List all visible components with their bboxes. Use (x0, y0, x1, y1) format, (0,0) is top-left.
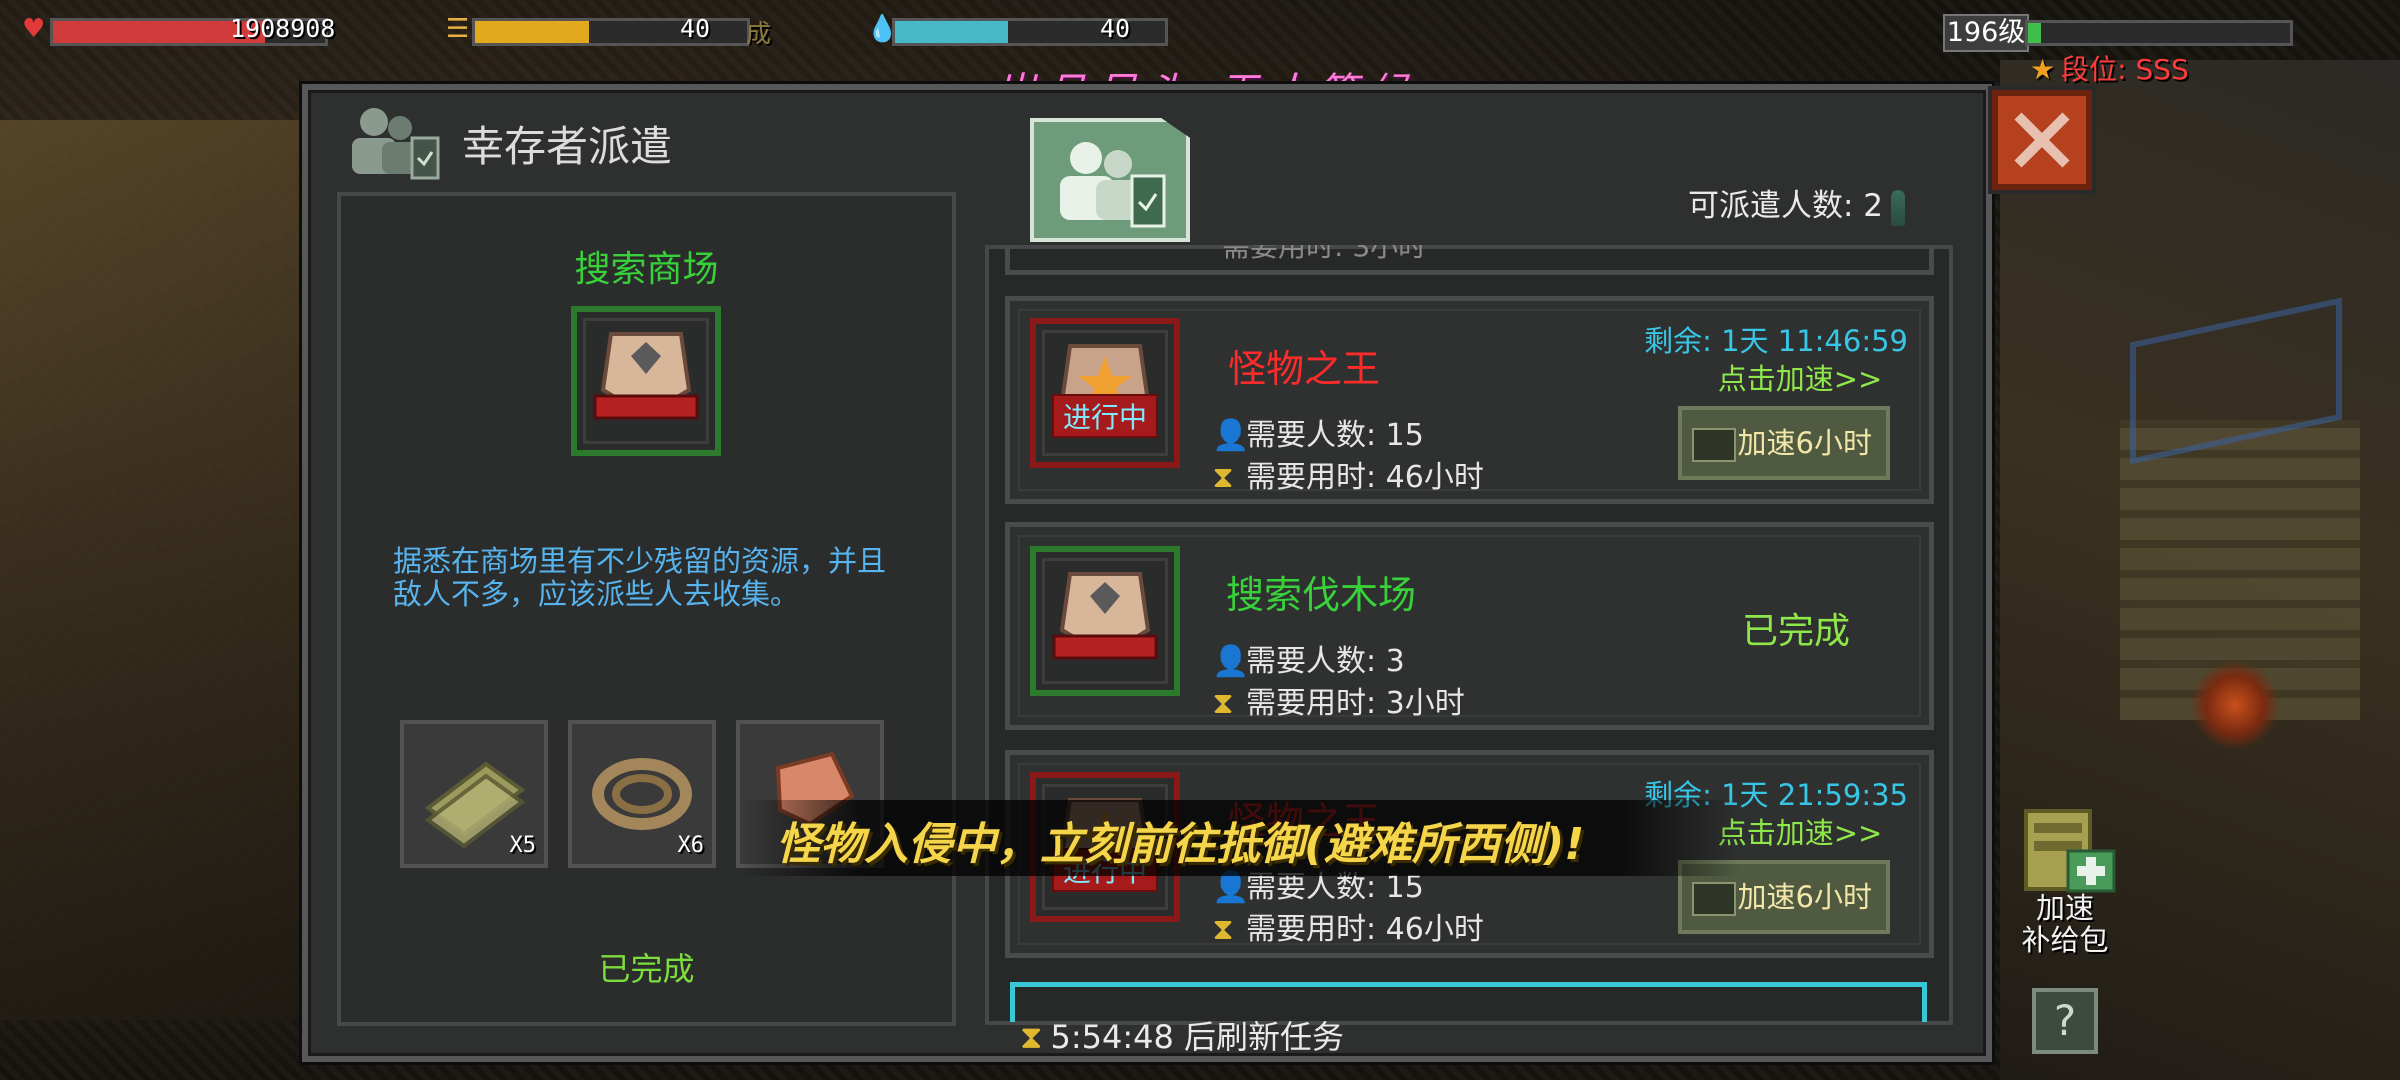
detail-description: 据悉在商场里有不少残留的资源，并且敌人不多，应该派些人去收集。 (393, 544, 887, 611)
speedup-link[interactable]: 点击加速>> (1700, 356, 1900, 398)
mission-people: 👤需要人数: 3 (1212, 644, 1405, 679)
mission-emblem (1030, 546, 1180, 696)
mission-time: ⧗ 需要用时: 46小时 (1212, 912, 1484, 947)
food-bar-fill (475, 21, 590, 43)
detail-emblem (571, 306, 721, 456)
mission-name: 怪物之王 (1228, 347, 1381, 391)
speed-icon (1692, 428, 1736, 462)
survivors-icon (352, 108, 440, 180)
hourglass-icon: ⧗ (1020, 1018, 1043, 1056)
supply-pack-label[interactable]: 加速 补给包 (2010, 892, 2120, 956)
level-badge[interactable]: 196级 (1943, 14, 2029, 52)
hourglass-icon: ⧗ (1212, 686, 1234, 721)
speed-icon (1692, 882, 1736, 916)
mission-emblem: 进行中 (1030, 318, 1180, 468)
detail-status: 已完成 (598, 950, 695, 988)
mission-time: ⧗ 需要用时: 46小时 (1212, 460, 1484, 495)
person-icon (1891, 189, 1906, 226)
rank-text: 段位: SSS (2061, 53, 2189, 86)
reward-slot-2[interactable]: X6 (568, 720, 716, 868)
star-icon: ★ (2030, 53, 2056, 86)
water-value: 40 (1100, 14, 1131, 43)
dispatch-count-text: 可派遣人数: 2 (1688, 188, 1884, 224)
tab-dispatch[interactable] (1030, 118, 1190, 242)
supply-pack-icon[interactable] (2012, 805, 2122, 897)
in-progress-tag: 进行中 (1052, 394, 1158, 438)
dispatch-count: 可派遣人数: 2 (1688, 180, 1906, 226)
scene-left-room (0, 120, 300, 1020)
food-value: 40 (680, 14, 711, 43)
exp-bar (2025, 20, 2293, 46)
scene-fire (2190, 660, 2280, 750)
refresh-timer: ⧗ 5:54:48 后刷新任务 (1020, 1018, 1345, 1056)
close-button[interactable] (1992, 90, 2092, 190)
survivors-tab-icon (1060, 142, 1166, 228)
panel-title: 幸存者派遣 (462, 122, 673, 171)
mission-people: 👤需要人数: 15 (1212, 418, 1424, 453)
hourglass-icon: ⧗ (1212, 460, 1234, 495)
monster-invasion-alert[interactable]: 怪物入侵中，立刻前往抵御(避难所西侧)! (776, 808, 1584, 872)
health-value: 1908908 (230, 14, 336, 43)
person-icon: 👤 (1212, 644, 1250, 679)
hourglass-icon: ⧗ (1212, 912, 1234, 947)
person-icon: 👤 (1212, 418, 1250, 453)
rank-label: ★ 段位: SSS (2030, 48, 2189, 88)
burger-icon: ☰ (446, 14, 470, 44)
speedup-6h-button[interactable]: 加速6小时 (1678, 406, 1890, 480)
exp-bar-fill (2028, 23, 2042, 43)
reward-qty: X6 (677, 833, 705, 858)
help-button[interactable]: ? (2032, 988, 2098, 1054)
partial-time-text: 需要用时: 3小时 (1222, 245, 1427, 263)
food-suffix: 成 (746, 19, 772, 48)
mission-name: 搜索伐木场 (1226, 573, 1417, 617)
detail-title: 搜索商场 (574, 249, 719, 290)
water-bar-fill (895, 21, 1009, 43)
mission-card-partial: 需要用时: 3小时 (1005, 245, 1934, 275)
remaining-time: 剩余: 1天 11:46:59 (1644, 324, 1908, 358)
reward-qty: X5 (509, 833, 537, 858)
close-icon (2014, 112, 2070, 168)
mission-complete-label: 已完成 (1742, 611, 1851, 652)
mission-time: ⧗ 需要用时: 3小时 (1212, 686, 1465, 721)
heart-icon: ♥ (22, 14, 46, 44)
reward-slot-1[interactable]: X5 (400, 720, 548, 868)
